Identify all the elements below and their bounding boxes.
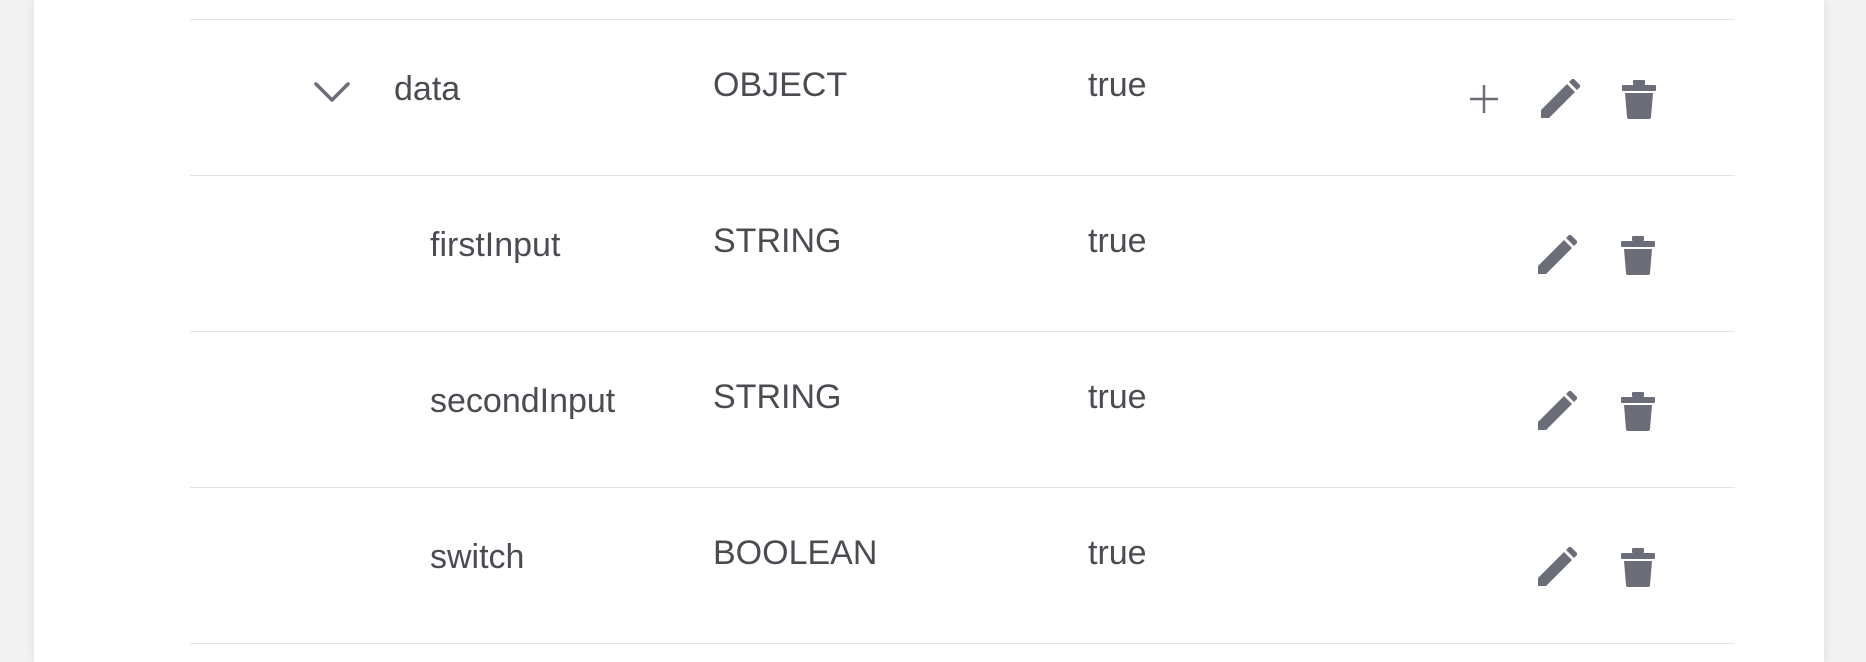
table-row-switch: switch BOOLEAN true — [190, 488, 1735, 644]
pencil-icon[interactable] — [1533, 543, 1581, 591]
field-type: BOOLEAN — [713, 534, 878, 572]
table-row-secondInput: secondInput STRING true — [190, 332, 1735, 488]
table-row-data: data OBJECT true — [190, 20, 1735, 176]
field-name: switch — [430, 538, 525, 576]
field-required: true — [1088, 66, 1147, 104]
field-type: STRING — [713, 378, 842, 416]
pencil-icon[interactable] — [1533, 231, 1581, 279]
pencil-icon[interactable] — [1536, 75, 1584, 123]
field-required: true — [1088, 378, 1147, 416]
field-required: true — [1088, 222, 1147, 260]
field-type: STRING — [713, 222, 842, 260]
table-row-firstInput: firstInput STRING true — [190, 176, 1735, 332]
field-name: data — [394, 70, 461, 108]
schema-table: data OBJECT true firstInput STRING true … — [190, 19, 1735, 644]
field-type: OBJECT — [713, 66, 848, 104]
trash-icon[interactable] — [1614, 543, 1662, 591]
trash-icon[interactable] — [1615, 75, 1663, 123]
trash-icon[interactable] — [1614, 387, 1662, 435]
field-name: firstInput — [430, 226, 561, 264]
field-name: secondInput — [430, 382, 616, 420]
plus-icon[interactable] — [1460, 75, 1508, 123]
chevron-down-icon[interactable] — [312, 78, 352, 108]
trash-icon[interactable] — [1614, 231, 1662, 279]
field-required: true — [1088, 534, 1147, 572]
pencil-icon[interactable] — [1533, 387, 1581, 435]
schema-panel: data OBJECT true firstInput STRING true … — [34, 0, 1824, 662]
